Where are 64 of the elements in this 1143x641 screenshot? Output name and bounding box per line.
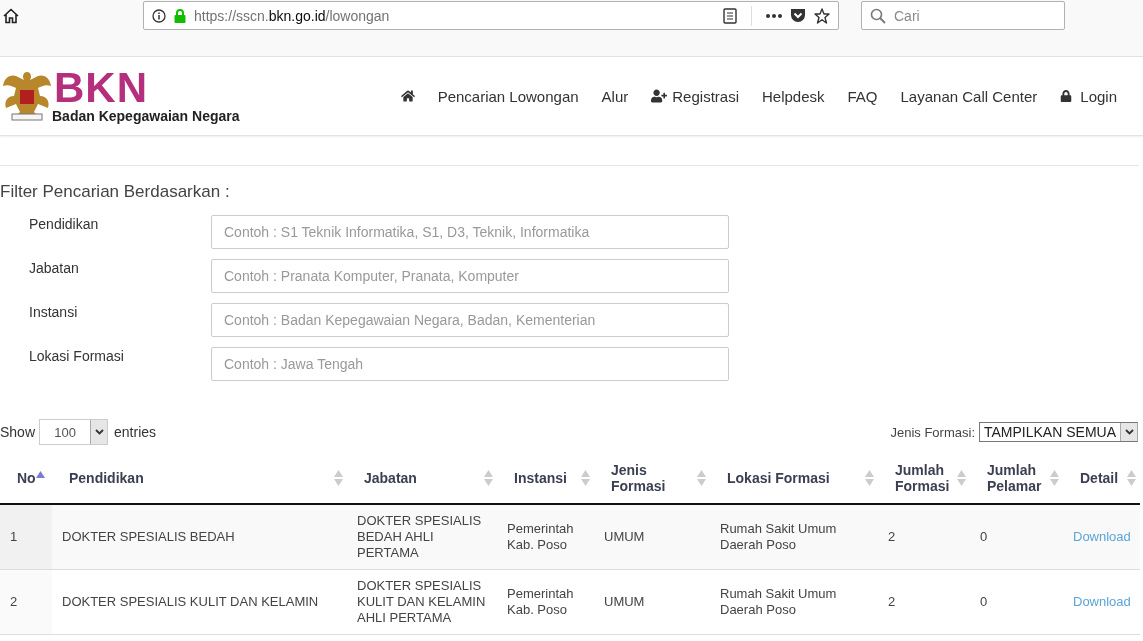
table-cell: 1 xyxy=(0,504,52,570)
table-cell: Pemerintah Kab. Poso xyxy=(497,504,594,570)
search-field[interactable]: Cari xyxy=(861,1,1065,30)
nav-link[interactable]: Registrasi xyxy=(651,87,739,105)
field-label: Pendidikan xyxy=(28,215,100,234)
info-icon[interactable] xyxy=(152,8,166,23)
lock-icon[interactable] xyxy=(174,8,186,23)
nav-link[interactable]: Login xyxy=(1060,87,1117,105)
chevron-down-icon xyxy=(94,429,104,435)
table-cell: UMUM xyxy=(594,504,710,570)
sort-icon[interactable] xyxy=(1127,470,1136,486)
sort-icon[interactable] xyxy=(865,470,874,486)
filter-title: Filter Pencarian Berdasarkan : xyxy=(0,182,231,202)
sort-icon[interactable] xyxy=(334,470,343,486)
home-icon[interactable] xyxy=(3,8,19,24)
field-label: Jabatan xyxy=(28,259,80,278)
nav-link[interactable]: Helpdesk xyxy=(761,87,825,105)
sort-icon[interactable] xyxy=(1050,470,1059,486)
table-cell: DOKTER SPESIALIS BEDAH AHLI PERTAMA xyxy=(347,504,497,570)
table-cell: 0 xyxy=(970,569,1063,635)
table-cell: Rumah Sakit Umum Daerah Poso xyxy=(710,504,878,570)
input-field[interactable]: Contoh : Pranata Komputer, Pranata, Komputer xyxy=(211,259,729,293)
sort-icon[interactable] xyxy=(484,470,493,486)
chevron-down-icon xyxy=(1124,429,1134,435)
more-icon[interactable] xyxy=(766,13,782,18)
pocket-icon[interactable] xyxy=(790,8,806,23)
nav-link[interactable]: Pencarian Lowongan xyxy=(437,87,579,105)
input-field[interactable]: Contoh : S1 Teknik Informatika, S1, D3, Teknik, Informatika xyxy=(211,215,729,249)
reader-view-icon[interactable] xyxy=(723,7,737,24)
table-cell: UMUM xyxy=(594,569,710,635)
address-bar[interactable]: https://sscn.bkn.go.id/lowongan xyxy=(143,1,839,30)
input-field[interactable]: Contoh : Badan Kepegawaian Negara, Badan, Kementerian xyxy=(211,303,729,337)
table-cell: 2 xyxy=(878,569,970,635)
table-cell: 2 xyxy=(878,504,970,570)
home-icon[interactable] xyxy=(400,89,415,103)
star-icon[interactable] xyxy=(814,7,830,24)
search-icon xyxy=(870,8,886,24)
field-label: Lokasi Formasi xyxy=(28,347,125,366)
sort-icon[interactable] xyxy=(697,470,706,486)
table-cell: DOKTER SPESIALIS KULIT DAN KELAMIN xyxy=(52,569,347,635)
nav-link[interactable]: Alur xyxy=(601,87,629,105)
user-plus-icon xyxy=(651,88,668,104)
table-cell: Rumah Sakit Umum Daerah Poso xyxy=(710,569,878,635)
entries-label: entries xyxy=(114,424,157,440)
sort-icon[interactable] xyxy=(957,470,966,486)
sort-ascending-icon[interactable] xyxy=(36,471,45,478)
nav-link[interactable]: Layanan Call Center xyxy=(900,87,1038,105)
table-cell: 0 xyxy=(970,504,1063,570)
page-size-select[interactable]: 100 xyxy=(39,419,109,445)
table-cell: Pemerintah Kab. Poso xyxy=(497,569,594,635)
type-filter-select[interactable]: TAMPILKAN SEMUA xyxy=(979,422,1138,442)
logo-text: BKN xyxy=(54,68,148,108)
field-label: Instansi xyxy=(28,303,79,322)
type-filter-label: Jenis Formasi: xyxy=(890,424,975,440)
logo-subtitle: Badan Kepegawaian Negara xyxy=(52,108,240,124)
sort-icon[interactable] xyxy=(581,470,590,486)
lock-icon xyxy=(1060,90,1073,102)
show-label: Show xyxy=(0,424,36,440)
table-cell: DOKTER SPESIALIS KULIT DAN KELAMIN AHLI PERTAMA xyxy=(347,569,497,635)
input-field[interactable]: Contoh : Jawa Tengah xyxy=(211,347,729,381)
table-cell: DOKTER SPESIALIS BEDAH xyxy=(52,504,347,570)
url-text: https://sscn.bkn.go.id/lowongan xyxy=(194,7,391,24)
nav-link[interactable]: FAQ xyxy=(847,87,878,105)
table-cell: 2 xyxy=(0,569,52,635)
